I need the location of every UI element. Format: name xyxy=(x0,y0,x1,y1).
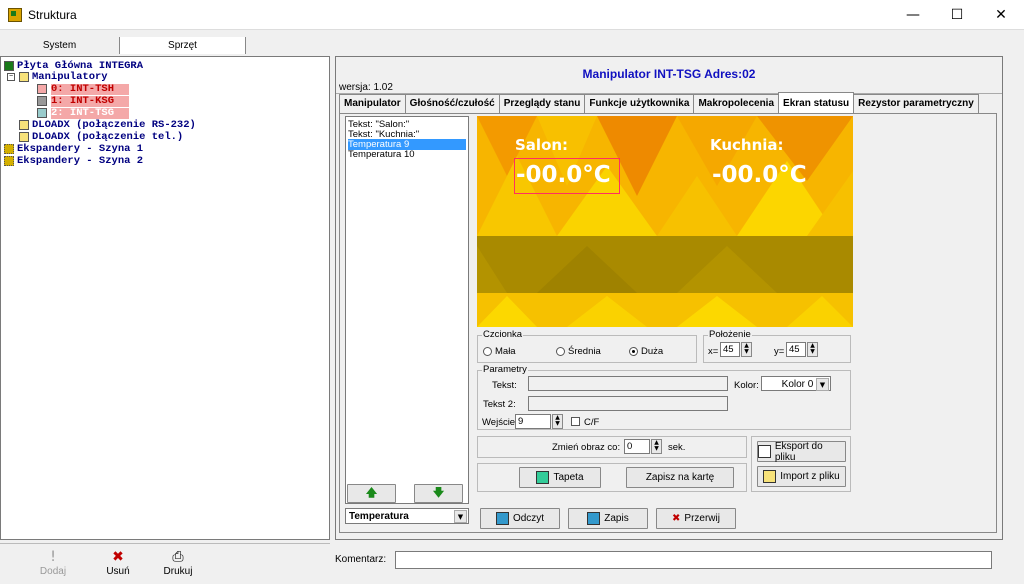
tree-item-int-ksg[interactable]: 1: INT-KSG xyxy=(51,96,129,107)
tree-item-int-tsh[interactable]: 0: INT-TSH xyxy=(51,84,129,95)
preview-label-salon: Salon: xyxy=(515,136,569,154)
font-group: Czcionka Mała Średnia Duża xyxy=(477,329,697,363)
chevron-down-icon: ▼ xyxy=(454,510,467,523)
interrupt-button[interactable]: ✖ Przerwij xyxy=(656,508,736,529)
keypad-icon xyxy=(37,96,47,106)
dloadx-icon xyxy=(19,120,29,130)
floppy-icon xyxy=(758,445,771,458)
keypad-icon xyxy=(37,108,47,118)
tree-manipulatory[interactable]: Manipulatory xyxy=(32,72,108,83)
change-image-group: Zmień obraz co: 0 ▲ ▼ sek. xyxy=(477,436,747,458)
chevron-down-icon: ▼ xyxy=(816,378,829,391)
x-spinner[interactable]: ▲ ▼ xyxy=(741,342,752,357)
y-spinner[interactable]: ▲ ▼ xyxy=(807,342,818,357)
mainboard-icon xyxy=(4,61,14,71)
wallpaper-button[interactable]: Tapeta xyxy=(519,467,601,488)
font-large-radio[interactable]: Duża xyxy=(629,346,663,357)
import-button[interactable]: Import z pliku xyxy=(757,466,846,487)
add-button[interactable]: ! Dodaj xyxy=(28,548,78,577)
app-icon xyxy=(8,8,22,22)
tab-sprzet[interactable]: Sprzęt xyxy=(120,37,246,54)
settings-tabs: Manipulator Głośność/czułość Przeglądy s… xyxy=(339,92,979,113)
input-spinner[interactable]: ▲ ▼ xyxy=(552,414,563,429)
tab-system[interactable]: System xyxy=(0,37,120,54)
minimize-button[interactable]: — xyxy=(890,0,936,30)
tab-przeglady[interactable]: Przeglądy stanu xyxy=(498,94,586,113)
element-list[interactable]: Tekst: "Salon:" Tekst: "Kuchnia:" Temper… xyxy=(345,116,469,504)
add-icon: ! xyxy=(50,549,56,565)
input-number-field[interactable]: 9 xyxy=(515,414,551,429)
params-group: Parametry Tekst: Kolor: Kolor 0 ▼ Tekst 2… xyxy=(477,364,851,430)
text2-input[interactable] xyxy=(528,396,728,411)
collapse-icon[interactable]: − xyxy=(7,73,15,81)
keypad-group-icon xyxy=(19,72,29,82)
preview-temp-salon: -00.0°C xyxy=(516,162,611,188)
export-button[interactable]: Eksport do pliku xyxy=(757,441,846,463)
y-position-input[interactable]: 45 xyxy=(786,342,806,357)
version-label: wersja: 1.02 xyxy=(339,82,393,93)
x-position-input[interactable]: 45 xyxy=(720,342,740,357)
tab-ekran-statusu[interactable]: Ekran statusu xyxy=(778,92,855,113)
tree-toolbar: ! Dodaj ✖ Usuń ⎙ Drukuj xyxy=(0,543,330,584)
move-down-button[interactable]: 🡇 xyxy=(414,484,463,503)
comment-input[interactable] xyxy=(395,551,992,569)
maximize-button[interactable]: ☐ xyxy=(934,0,980,30)
stop-icon: ✖ xyxy=(672,513,681,524)
wallpaper-group: Tapeta Zapisz na kartę xyxy=(477,463,747,492)
font-medium-radio[interactable]: Średnia xyxy=(556,346,601,357)
folder-icon xyxy=(763,470,777,483)
element-type-select[interactable]: Temperatura ▼ xyxy=(345,508,469,524)
arrow-down-icon: 🡇 xyxy=(432,486,445,499)
read-device-icon xyxy=(495,512,509,525)
tab-funkcje[interactable]: Funkcje użytkownika xyxy=(584,94,695,113)
title-bar: Struktura — ☐ ✕ xyxy=(0,0,1024,30)
font-small-radio[interactable]: Mała xyxy=(483,346,516,357)
window-title: Struktura xyxy=(28,8,77,22)
tree-dloadx-tel[interactable]: DLOADX (połączenie tel.) xyxy=(32,132,183,143)
cf-checkbox[interactable] xyxy=(571,417,580,426)
tab-rezystor[interactable]: Rezystor parametryczny xyxy=(853,94,979,113)
read-button[interactable]: Odczyt xyxy=(480,508,560,529)
image-icon xyxy=(536,471,550,484)
device-panel: Manipulator INT-TSG Adres:02 wersja: 1.0… xyxy=(335,56,1003,540)
arrow-up-icon: 🡅 xyxy=(365,486,378,499)
printer-icon: ⎙ xyxy=(172,549,184,565)
color-select[interactable]: Kolor 0 ▼ xyxy=(761,376,831,391)
panel-title: Manipulator INT-TSG Adres:02 xyxy=(582,67,756,81)
move-up-button[interactable]: 🡅 xyxy=(347,484,396,503)
panel-header: Manipulator INT-TSG Adres:02 wersja: 1.0… xyxy=(336,57,1002,94)
save-card-button[interactable]: Zapisz na kartę xyxy=(626,467,734,488)
tab-glosnosc[interactable]: Głośność/czułość xyxy=(404,94,500,113)
tree-exp-bus1[interactable]: Ekspandery - Szyna 1 xyxy=(17,144,143,155)
expander-icon xyxy=(4,144,14,154)
change-interval-spinner[interactable]: ▲ ▼ xyxy=(651,439,662,454)
left-tabs: System Sprzęt xyxy=(0,37,330,54)
device-tree: Płyta Główna INTEGRA − Manipulatory 0: I… xyxy=(0,56,330,540)
change-interval-input[interactable]: 0 xyxy=(624,439,650,454)
remove-icon: ✖ xyxy=(112,549,124,565)
write-device-icon xyxy=(587,512,601,525)
write-button[interactable]: Zapis xyxy=(568,508,648,529)
comment-label: Komentarz: xyxy=(335,554,387,565)
tab-manipulator[interactable]: Manipulator xyxy=(339,94,406,113)
list-item[interactable]: Temperatura 10 xyxy=(348,149,466,160)
text-input[interactable] xyxy=(528,376,728,391)
tree-exp-bus2[interactable]: Ekspandery - Szyna 2 xyxy=(17,156,143,167)
position-group: Położenie x= 45 ▲ ▼ y= 45 ▲ ▼ xyxy=(703,329,851,363)
preview-label-kuchnia: Kuchnia: xyxy=(710,136,784,154)
tree-item-int-tsg[interactable]: 2: INT-TSG xyxy=(51,108,129,119)
keypad-icon xyxy=(37,84,47,94)
print-button[interactable]: ⎙ Drukuj xyxy=(153,548,203,577)
status-screen-content: Tekst: "Salon:" Tekst: "Kuchnia:" Temper… xyxy=(339,113,997,533)
expander-icon xyxy=(4,156,14,166)
preview-temp-kuchnia: -00.0°C xyxy=(712,162,807,188)
dloadx-icon xyxy=(19,132,29,142)
tab-makropolecenia[interactable]: Makropolecenia xyxy=(693,94,780,113)
screen-preview: Salon: Kuchnia: -00.0°C -00.0°C xyxy=(477,116,853,327)
remove-button[interactable]: ✖ Usuń xyxy=(93,548,143,577)
close-button[interactable]: ✕ xyxy=(978,0,1024,30)
import-export-group: Eksport do pliku Import z pliku xyxy=(751,436,851,492)
tree-dloadx-rs232[interactable]: DLOADX (połączenie RS-232) xyxy=(32,120,196,131)
